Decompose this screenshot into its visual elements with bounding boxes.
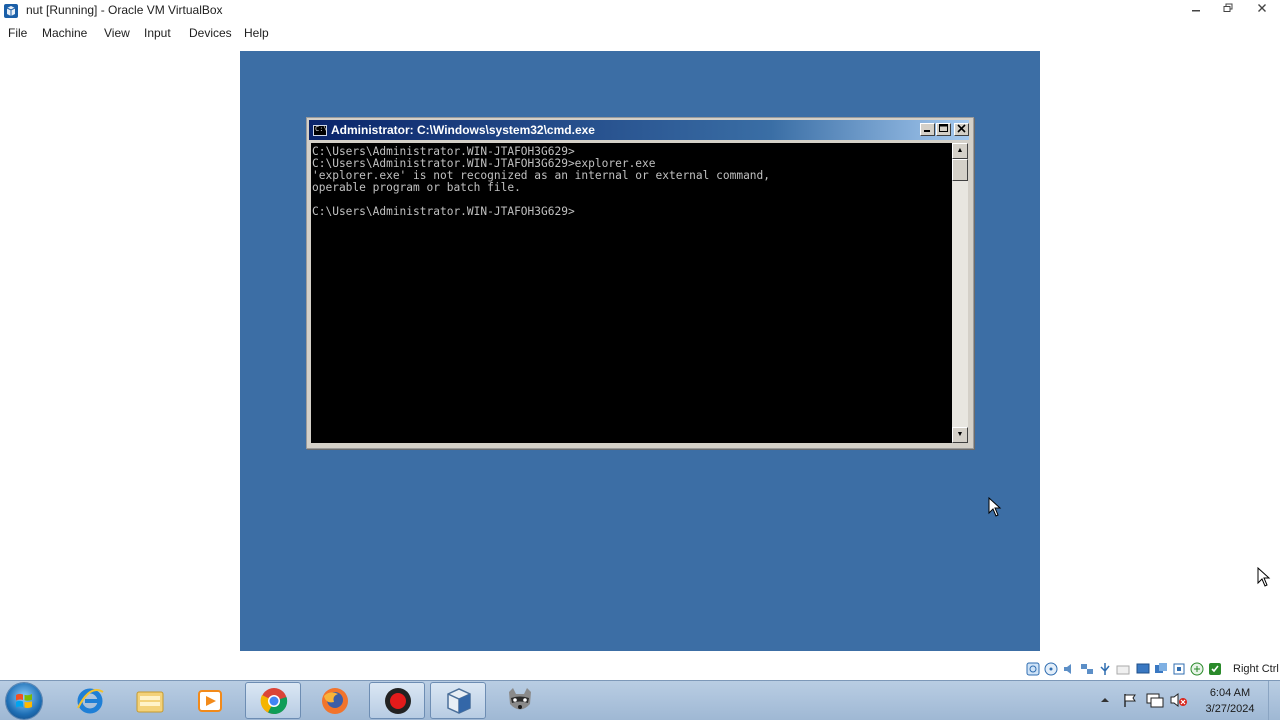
taskbar-media-player[interactable] [182, 682, 238, 719]
hard-disk-icon[interactable] [1026, 662, 1040, 676]
firefox-icon [322, 688, 348, 714]
chrome-icon [260, 688, 288, 715]
windows-logo-icon [16, 693, 32, 709]
network-icon[interactable] [1080, 662, 1094, 676]
cmd-window[interactable]: Administrator: C:\Windows\system32\cmd.e… [306, 117, 974, 449]
minimize-button[interactable] [1182, 2, 1210, 19]
menu-devices[interactable]: Devices [189, 26, 232, 40]
maximize-icon [939, 124, 948, 132]
network-icon[interactable] [1146, 692, 1164, 708]
taskbar-recorder[interactable] [369, 682, 425, 719]
restore-icon [1223, 3, 1233, 12]
host-mouse-pointer-icon [1257, 567, 1271, 587]
menu-view[interactable]: View [104, 26, 130, 40]
menu-input[interactable]: Input [144, 26, 171, 40]
taskbar-file-explorer[interactable] [122, 682, 178, 719]
minimize-icon [1192, 10, 1200, 12]
menu-machine[interactable]: Machine [42, 26, 87, 40]
console-line: operable program or batch file. [312, 181, 521, 194]
scroll-up-button[interactable]: ▲ [952, 143, 968, 159]
menubar: File Machine View Input Devices Help [0, 22, 1280, 43]
audio-icon[interactable] [1062, 662, 1076, 676]
minimize-icon [924, 130, 930, 132]
cmd-titlebar[interactable]: Administrator: C:\Windows\system32\cmd.e… [309, 120, 969, 140]
internet-explorer-icon [77, 688, 104, 714]
menu-help[interactable]: Help [244, 26, 269, 40]
close-button[interactable] [1246, 2, 1278, 19]
clock-time: 6:04 AM [1209, 687, 1251, 699]
taskbar-raccoon-app[interactable] [492, 682, 548, 719]
clock-date: 3/27/2024 [1205, 703, 1255, 715]
host-titlebar: nut [Running] - Oracle VM VirtualBox [0, 0, 1280, 22]
taskbar-virtualbox[interactable] [430, 682, 486, 719]
taskbar [0, 680, 1280, 720]
guest-screen[interactable]: Administrator: C:\Windows\system32\cmd.e… [240, 51, 1040, 651]
console-prompt-line: C:\Users\Administrator.WIN-JTAFOH3G629> [312, 205, 575, 218]
cmd-close-button[interactable] [954, 123, 969, 136]
virtualbox-icon [447, 688, 471, 714]
cpu-icon[interactable] [1172, 662, 1186, 676]
action-center-flag-icon[interactable] [1122, 692, 1138, 708]
taskbar-internet-explorer[interactable] [62, 682, 118, 719]
mouse-integration-icon[interactable] [1190, 662, 1204, 676]
taskbar-clock[interactable]: 6:04 AM 3/27/2024 [1198, 685, 1262, 717]
video-capture-icon[interactable] [1154, 662, 1168, 676]
close-icon [1258, 4, 1266, 12]
close-icon [957, 124, 966, 133]
window-title: nut [Running] - Oracle VM VirtualBox [26, 3, 223, 17]
media-player-icon [198, 690, 222, 712]
optical-drive-icon[interactable] [1044, 662, 1058, 676]
scroll-thumb[interactable] [952, 159, 968, 181]
cmd-scrollbar[interactable]: ▲ ▼ [952, 143, 968, 443]
virtualbox-icon [4, 4, 18, 18]
cmd-minimize-button[interactable] [920, 123, 935, 136]
record-icon [385, 688, 411, 714]
host-key-label: Right Ctrl [1233, 663, 1279, 675]
cmd-maximize-button[interactable] [936, 123, 951, 136]
cmd-console[interactable]: C:\Users\Administrator.WIN-JTAFOH3G629> … [311, 143, 952, 443]
keyboard-icon[interactable] [1208, 662, 1222, 676]
taskbar-firefox[interactable] [307, 682, 363, 719]
scroll-down-button[interactable]: ▼ [952, 427, 968, 443]
show-hidden-icons-icon[interactable] [1100, 695, 1110, 705]
cmd-title: Administrator: C:\Windows\system32\cmd.e… [331, 123, 595, 137]
taskbar-chrome[interactable] [245, 682, 301, 719]
restore-button[interactable] [1214, 2, 1242, 19]
volume-muted-icon[interactable] [1170, 692, 1188, 708]
raccoon-app-icon [509, 688, 531, 710]
usb-icon[interactable] [1098, 662, 1112, 676]
menu-file[interactable]: File [8, 26, 27, 40]
file-explorer-icon [136, 691, 164, 713]
start-button[interactable] [6, 683, 42, 719]
guest-mouse-pointer-icon [988, 497, 1002, 517]
cmd-icon [313, 125, 328, 136]
shared-folders-icon[interactable] [1116, 662, 1130, 676]
show-desktop-button[interactable] [1268, 681, 1280, 720]
display-icon[interactable] [1136, 662, 1150, 676]
